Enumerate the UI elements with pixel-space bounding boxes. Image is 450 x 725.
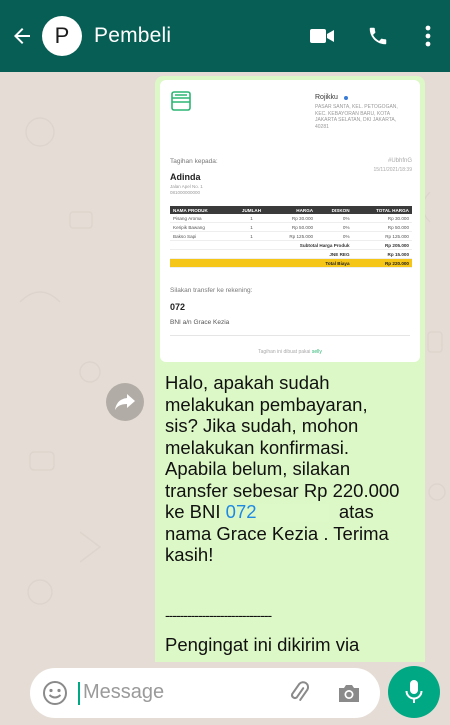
customer-name: Adinda [170, 172, 201, 182]
product-name: Keripik Bawang [170, 222, 233, 232]
product-total: Rp 125.000 [352, 231, 412, 241]
product-name: Bakso Sapi [170, 231, 233, 241]
product-qty: 1 [232, 231, 271, 241]
table-row: Keripik Bawang 1 Rp 50.000 0% Rp 50.000 [170, 222, 412, 232]
table-row: Bakso Sapi 1 Rp 125.000 0% Rp 125.000 [170, 231, 412, 241]
voice-call-button[interactable] [350, 0, 406, 72]
product-discount: 0% [316, 222, 353, 232]
table-row: Pisang Aroma 1 Rp 30.000 0% Rp 30.000 [170, 214, 412, 223]
invoice-table: NAMA PRODUK JUMLAH HARGA DISKON TOTAL HA… [170, 206, 412, 268]
message-line: ke BNI 072 atas [165, 501, 420, 523]
column-header: NAMA PRODUK [170, 206, 233, 214]
store-name: Rojikku [315, 94, 338, 101]
invoice-number: #UbhfnG [387, 158, 412, 164]
product-qty: 1 [232, 214, 271, 223]
message-line: nama Grace Kezia . Terima [165, 522, 389, 544]
product-total: Rp 30.000 [352, 214, 412, 223]
footer-text: Tagihan ini dibuat pakai [258, 349, 311, 355]
message-divider: ----------------------------- [165, 607, 272, 623]
message-text: Halo, apakah sudah melakukan pembayaran,… [165, 372, 420, 566]
column-header: HARGA [270, 206, 317, 214]
total-row: Total Biaya Rp 220.000 [170, 258, 412, 268]
account-number-link[interactable]: 072 [226, 501, 257, 522]
invoice-footer: Tagihan ini dibuat pakai selly [160, 349, 420, 355]
verified-badge-icon [344, 96, 348, 100]
column-header: JUMLAH [232, 206, 271, 214]
subtotal-value: Rp 205.000 [352, 240, 412, 250]
text-cursor [78, 682, 80, 705]
forward-button[interactable] [106, 383, 144, 421]
forward-arrow-icon [115, 394, 135, 410]
composer-bar: Message [0, 662, 450, 725]
customer-address: Jalan Apel No. 1 [170, 184, 203, 189]
message-line: Apabila belum, silakan [165, 458, 351, 479]
column-header: DISKON [316, 206, 353, 214]
total-label: Total Biaya [170, 258, 353, 268]
contact-name[interactable]: Pembeli [94, 24, 294, 48]
message-input[interactable]: Message [30, 668, 380, 718]
shipping-value: Rp 15.000 [352, 249, 412, 259]
store-icon [171, 91, 191, 111]
arrow-left-icon [14, 28, 30, 44]
message-line: Halo, apakah sudah [165, 372, 330, 393]
message-line: transfer sebesar Rp 220.000 [165, 479, 400, 501]
mic-button[interactable] [388, 666, 440, 718]
divider [170, 335, 410, 336]
message-line: sis? Jika sudah, mohon [165, 415, 359, 436]
product-qty: 1 [232, 222, 271, 232]
product-discount: 0% [316, 231, 353, 241]
after-account: atas [338, 501, 374, 522]
bill-to-label: Tagihan kepada: [170, 158, 218, 165]
shipping-row: JNE REG Rp 15.000 [170, 249, 412, 259]
chat-header: P Pembeli [0, 0, 450, 72]
message-placeholder: Message [83, 681, 165, 703]
reminder-text: Pengingat ini dikirim via [165, 634, 360, 655]
product-price: Rp 50.000 [270, 222, 317, 232]
video-call-button[interactable] [294, 0, 350, 72]
account-number: 072 [170, 302, 186, 312]
transfer-label: Silakan transfer ke rekening: [170, 287, 253, 294]
store-address: PASAR SANTA, KEL. PETOGOGAN, KEC. KEBAYO… [315, 104, 398, 130]
product-name: Pisang Aroma [170, 214, 233, 223]
customer-phone: 081000000000 [170, 190, 201, 195]
product-discount: 0% [316, 214, 353, 223]
back-button[interactable] [2, 0, 42, 72]
invoice-image[interactable]: Rojikku PASAR SANTA, KEL. PETOGOGAN, KEC… [160, 80, 420, 362]
chat-area[interactable]: Rojikku PASAR SANTA, KEL. PETOGOGAN, KEC… [0, 72, 450, 662]
product-price: Rp 125.000 [270, 231, 317, 241]
message-line: melakukan pembayaran, [165, 393, 368, 415]
emoji-icon[interactable] [42, 680, 68, 706]
more-vertical-icon [425, 25, 431, 47]
message-line: melakukan konfirmasi. [165, 436, 350, 458]
phone-icon [369, 27, 387, 45]
product-price: Rp 30.000 [270, 214, 317, 223]
microphone-icon [405, 680, 423, 703]
paperclip-icon[interactable] [286, 680, 312, 706]
shipping-label: JNE REG [170, 249, 353, 259]
video-camera-icon [310, 29, 334, 43]
message-line: kasih! [165, 544, 214, 565]
subtotal-row: Subtotal Harga Produk Rp 205.000 [170, 240, 412, 250]
redacted-area [256, 504, 329, 523]
camera-icon[interactable] [336, 680, 362, 706]
total-value: Rp 220.000 [352, 258, 412, 268]
avatar[interactable]: P [42, 16, 82, 56]
footer-brand: selly [311, 349, 322, 355]
more-options-button[interactable] [406, 0, 450, 72]
invoice-date: 15/11/2021/18:39 [373, 167, 412, 173]
column-header: TOTAL HARGA [352, 206, 412, 214]
bank-holder: BNI a/n Grace Kezia [170, 319, 230, 326]
subtotal-label: Subtotal Harga Produk [170, 240, 353, 250]
product-total: Rp 50.000 [352, 222, 412, 232]
bank-prefix: ke BNI [165, 501, 226, 522]
